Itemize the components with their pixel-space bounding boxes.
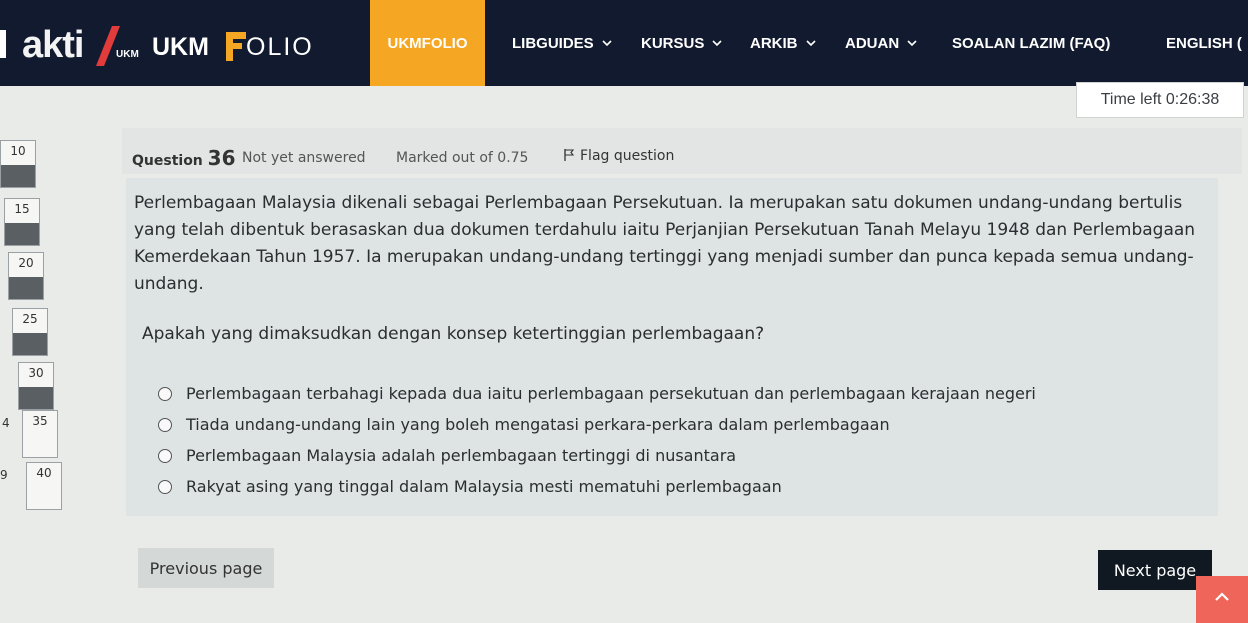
time-left-label: Time left xyxy=(1100,91,1162,108)
logo-folio-f-icon xyxy=(226,32,246,61)
quiz-nav-button[interactable]: 20 xyxy=(8,252,44,300)
answer-option[interactable]: Perlembagaan Malaysia adalah perlembagaa… xyxy=(158,440,1036,471)
nav-libguides-label: LIBGUIDES xyxy=(512,34,594,52)
logo-bar xyxy=(0,30,6,58)
logo-ukm-small-text: UKM xyxy=(116,49,139,60)
nav-kursus[interactable]: KURSUS xyxy=(641,0,722,86)
nav-ukmfolio[interactable]: UKMFOLIO xyxy=(370,0,485,86)
quiz-nav-button[interactable]: 35 xyxy=(22,410,58,458)
flag-icon xyxy=(564,149,575,161)
nav-arkib[interactable]: ARKIB xyxy=(750,0,816,86)
quiz-nav-number: 30 xyxy=(28,366,44,380)
nav-kursus-label: KURSUS xyxy=(641,34,705,52)
chevron-down-icon xyxy=(907,39,917,46)
logo-akti-text: akti xyxy=(22,24,84,66)
question-text: Perlembagaan Malaysia dikenali sebagai P… xyxy=(134,193,1196,294)
question-prompt: Apakah yang dimaksudkan dengan konsep ke… xyxy=(142,324,765,344)
radio-button[interactable] xyxy=(158,386,172,401)
answer-label: Rakyat asing yang tinggal dalam Malaysia… xyxy=(186,477,782,496)
answer-options: Perlembagaan terbahagi kepada dua iaitu … xyxy=(158,378,1036,502)
nav-aduan-label: ADUAN xyxy=(845,34,900,52)
quiz-navigation: 10 15 20 25 30 4 35 9 40 xyxy=(0,112,70,532)
chevron-up-icon xyxy=(1215,592,1229,601)
quiz-nav-button[interactable]: 25 xyxy=(12,308,48,356)
question-info-bar: Question 36 Not yet answered Marked out … xyxy=(122,128,1242,174)
question-state: Not yet answered xyxy=(242,150,366,166)
radio-button[interactable] xyxy=(158,479,172,494)
answer-label: Perlembagaan terbahagi kepada dua iaitu … xyxy=(186,384,1036,403)
quiz-nav-status xyxy=(13,333,47,355)
scroll-to-top-button[interactable] xyxy=(1196,576,1248,623)
quiz-nav-button[interactable]: 10 xyxy=(0,140,36,188)
answer-option[interactable]: Rakyat asing yang tinggal dalam Malaysia… xyxy=(158,471,1036,502)
next-page-button[interactable]: Next page xyxy=(1098,550,1212,590)
nav-language[interactable]: ENGLISH ( xyxy=(1166,0,1242,86)
question-content: Perlembagaan Malaysia dikenali sebagai P… xyxy=(126,178,1218,516)
quiz-nav-status xyxy=(5,223,39,245)
answer-label: Perlembagaan Malaysia adalah perlembagaa… xyxy=(186,446,737,465)
logo-folio-text: OLIO xyxy=(246,33,314,61)
question-marks: Marked out of 0.75 xyxy=(396,150,529,166)
chevron-down-icon xyxy=(712,39,722,46)
nav-language-label: ENGLISH ( xyxy=(1166,34,1242,52)
previous-page-button[interactable]: Previous page xyxy=(138,548,274,588)
answer-label: Tiada undang-undang lain yang boleh meng… xyxy=(186,415,890,434)
quiz-nav-number: 25 xyxy=(22,312,38,326)
nav-aduan[interactable]: ADUAN xyxy=(845,0,917,86)
quiz-nav-side-number: 4 xyxy=(2,416,10,430)
quiz-nav-status xyxy=(1,165,35,187)
nav-faq[interactable]: SOALAN LAZIM (FAQ) xyxy=(952,0,1110,86)
quiz-nav-status xyxy=(23,435,57,457)
question-label: Question xyxy=(132,153,203,169)
quiz-nav-button[interactable]: 15 xyxy=(4,198,40,246)
answer-option[interactable]: Perlembagaan terbahagi kepada dua iaitu … xyxy=(158,378,1036,409)
quiz-nav-side-number: 9 xyxy=(0,468,8,482)
chevron-down-icon xyxy=(805,39,816,46)
quiz-nav-button[interactable]: 40 xyxy=(26,462,62,510)
quiz-nav-number: 35 xyxy=(32,414,48,428)
flag-question-button[interactable]: Flag question xyxy=(562,148,674,164)
logo-slash-icon xyxy=(96,26,120,66)
question-number: 36 xyxy=(207,146,236,170)
question-heading: Question 36 xyxy=(132,146,236,170)
quiz-nav-status xyxy=(9,277,43,299)
answer-option[interactable]: Tiada undang-undang lain yang boleh meng… xyxy=(158,409,1036,440)
quiz-nav-number: 40 xyxy=(36,466,52,480)
nav-libguides[interactable]: LIBGUIDES xyxy=(512,0,612,86)
radio-button[interactable] xyxy=(158,448,172,463)
quiz-nav-number: 15 xyxy=(14,202,30,216)
logo-ukm-text: UKM xyxy=(152,33,209,61)
quiz-nav-number: 20 xyxy=(18,256,34,270)
quiz-nav-button[interactable]: 30 xyxy=(18,362,54,410)
time-left-value: 0:26:38 xyxy=(1165,91,1220,108)
quiz-nav-status xyxy=(27,487,61,509)
flag-question-label: Flag question xyxy=(580,148,675,164)
time-left-box: Time left 0:26:38 xyxy=(1076,82,1244,118)
top-navbar: akti UKM UKM OLIO UKMFOLIO LIBGUIDES KUR… xyxy=(0,0,1248,86)
quiz-nav-status xyxy=(19,387,53,409)
radio-button[interactable] xyxy=(158,417,172,432)
nav-ukmfolio-label: UKMFOLIO xyxy=(387,34,468,52)
nav-faq-label: SOALAN LAZIM (FAQ) xyxy=(952,34,1111,52)
quiz-nav-number: 10 xyxy=(10,144,26,158)
chevron-down-icon xyxy=(602,39,612,46)
nav-arkib-label: ARKIB xyxy=(750,34,798,52)
